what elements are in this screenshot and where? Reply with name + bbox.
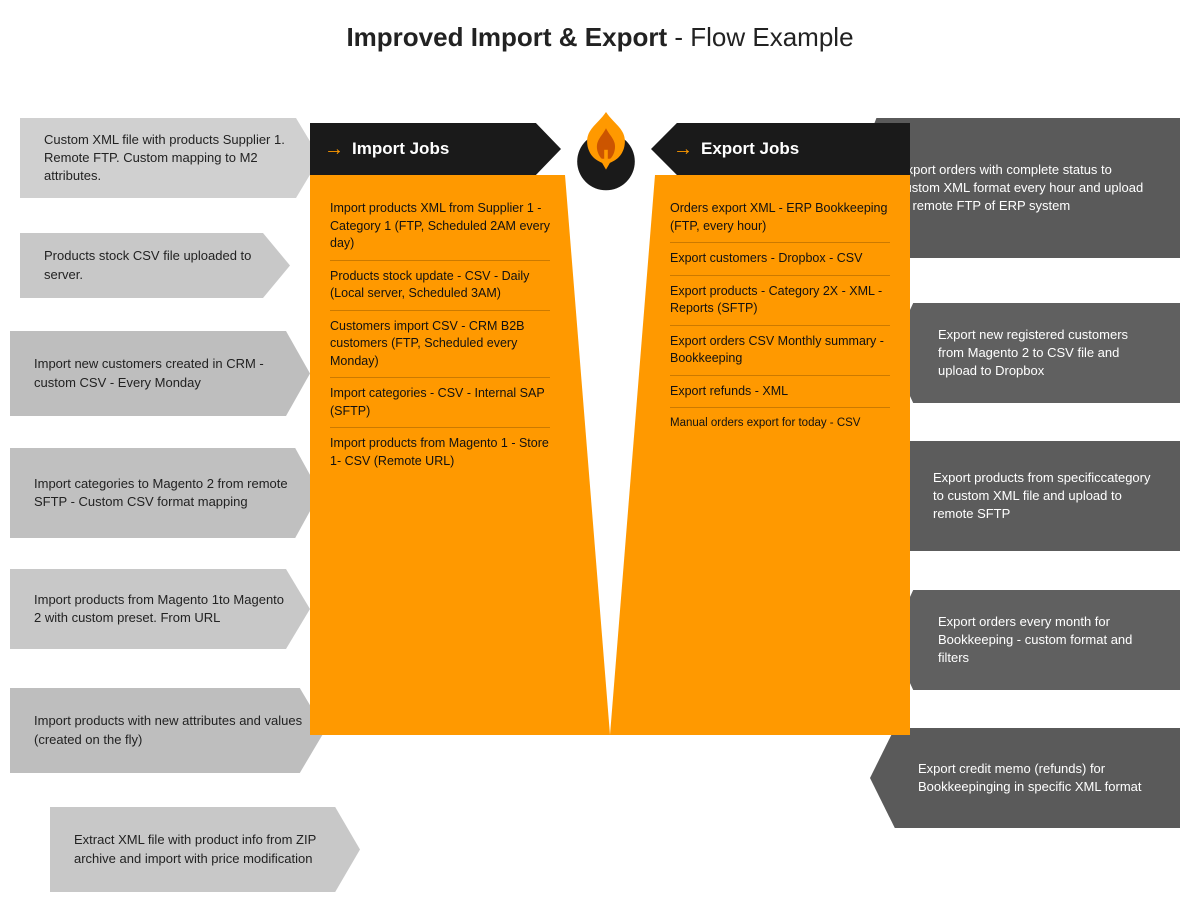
page-title-normal: - Flow Example	[667, 22, 853, 52]
export-job-1: Orders export XML - ERP Bookkeeping (FTP…	[670, 193, 890, 243]
left-item-4: Import categories to Magento 2 from remo…	[10, 448, 320, 538]
export-job-6: Manual orders export for today - CSV	[670, 408, 890, 438]
left-item-2: Products stock CSV file uploaded to serv…	[20, 233, 290, 298]
import-jobs-label: Import Jobs	[352, 139, 449, 159]
left-item-5: Import products from Magento 1to Magento…	[10, 569, 310, 649]
flame-center	[551, 123, 661, 175]
page-title-bold: Improved Import & Export	[346, 22, 667, 52]
right-item-4: Export orders every month for Bookkeepin…	[890, 590, 1180, 690]
export-jobs-list: Orders export XML - ERP Bookkeeping (FTP…	[610, 175, 910, 735]
export-job-2: Export customers - Dropbox - CSV	[670, 243, 890, 276]
import-arrow-icon: →	[324, 138, 344, 161]
export-job-3: Export products - Category 2X - XML - Re…	[670, 276, 890, 326]
export-job-5: Export refunds - XML	[670, 376, 890, 409]
import-job-1: Import products XML from Supplier 1 - Ca…	[330, 193, 550, 261]
export-jobs-label: Export Jobs	[701, 139, 799, 159]
import-jobs-button: → Import Jobs	[310, 123, 561, 175]
import-job-5: Import products from Magento 1 - Store 1…	[330, 428, 550, 477]
right-item-3: Export products from specificcategory to…	[885, 441, 1180, 551]
export-job-4: Export orders CSV Monthly summary - Book…	[670, 326, 890, 376]
import-job-3: Customers import CSV - CRM B2B customers…	[330, 311, 550, 379]
left-item-1: Custom XML file with products Supplier 1…	[20, 118, 320, 198]
export-jobs-button: → Export Jobs	[651, 123, 910, 175]
import-job-4: Import categories - CSV - Internal SAP (…	[330, 378, 550, 428]
import-jobs-list: Import products XML from Supplier 1 - Ca…	[310, 175, 610, 735]
center-flow: → Import Jobs → Export	[310, 123, 910, 843]
left-item-3: Import new customers created in CRM - cu…	[10, 331, 310, 416]
jobs-content: Import products XML from Supplier 1 - Ca…	[310, 175, 910, 735]
diagram-area: Custom XML file with products Supplier 1…	[0, 63, 1200, 903]
left-item-6: Import products with new attributes and …	[10, 688, 325, 773]
page-title: Improved Import & Export - Flow Example	[0, 0, 1200, 63]
export-arrow-icon: →	[673, 138, 693, 161]
right-item-5: Export credit memo (refunds) for Bookkee…	[870, 728, 1180, 828]
jobs-header: → Import Jobs → Export	[310, 123, 910, 175]
right-item-2: Export new registered customers from Mag…	[890, 303, 1180, 403]
import-job-2: Products stock update - CSV - Daily (Loc…	[330, 261, 550, 311]
flame-icon	[561, 103, 651, 193]
